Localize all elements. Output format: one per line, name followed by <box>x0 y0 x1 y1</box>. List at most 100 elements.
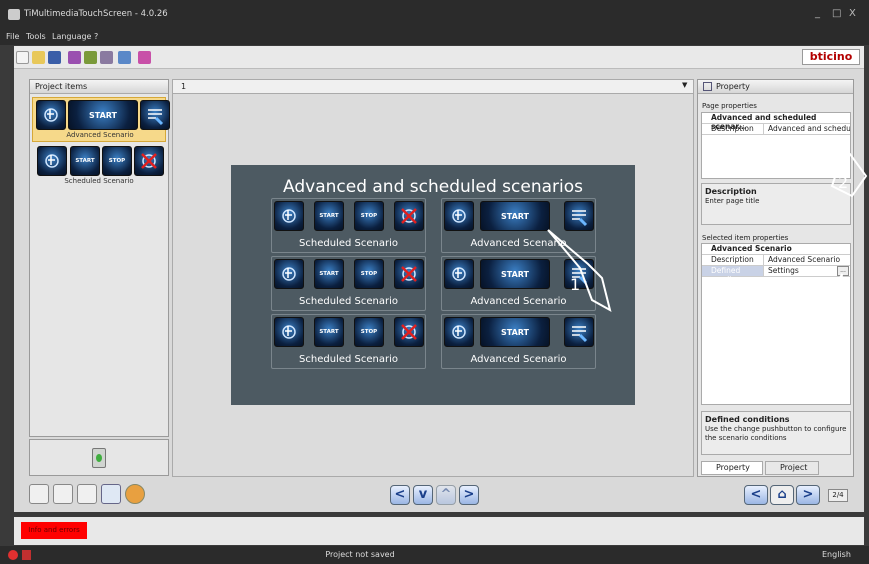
scenario-cell-scheduled[interactable]: START STOP Scheduled Scenario <box>271 314 426 369</box>
advanced-hand-icon <box>36 100 66 130</box>
settings-icon <box>564 201 594 231</box>
close-button[interactable]: X <box>849 8 856 19</box>
title-bar: TiMultimediaTouchScreen - 4.0.26 _ □ X <box>0 0 869 30</box>
advanced-settings-icon <box>140 100 170 130</box>
move-down-icon[interactable]: v <box>413 485 433 505</box>
trash-panel <box>29 439 169 476</box>
trash-icon[interactable] <box>92 448 106 468</box>
move-right-icon[interactable]: > <box>459 485 479 505</box>
page-desc-value[interactable]: Advanced and schedul... <box>764 124 850 134</box>
download-icon[interactable] <box>84 51 97 64</box>
language-indicator: English <box>822 550 851 559</box>
new-icon[interactable] <box>16 51 29 64</box>
menu-file[interactable]: File <box>6 32 19 41</box>
scheduled-stop-tile: STOP <box>102 146 132 176</box>
bticino-logo: bticino <box>802 49 860 65</box>
start-tile: START <box>314 259 344 289</box>
grid-icon[interactable] <box>101 484 121 504</box>
project-item-advanced-label: Advanced Scenario <box>66 131 134 139</box>
defined-conditions-text: Use the change pushbutton to configure t… <box>705 425 847 442</box>
callout-3: 3 <box>806 313 817 332</box>
page-group-row: Advanced and scheduled scenar... <box>702 113 850 131</box>
language-icon[interactable] <box>138 51 151 64</box>
project-items-panel: Project items START Advanced Scenario ST… <box>29 79 170 437</box>
page-counter: 2/4 <box>828 489 848 502</box>
callout-hand-1 <box>547 229 612 312</box>
scenario-label: Advanced Scenario <box>470 354 567 365</box>
cut-icon[interactable] <box>53 484 73 504</box>
move-up-icon[interactable]: ^ <box>436 485 456 505</box>
minimize-button[interactable]: _ <box>815 8 820 19</box>
settings-icon <box>564 317 594 347</box>
copy-icon[interactable] <box>29 484 49 504</box>
defined-conditions-box: Defined conditions Use the change pushbu… <box>701 411 851 455</box>
canvas-title[interactable]: Advanced and scheduled scenarios <box>231 177 635 197</box>
cancel-icon <box>394 201 424 231</box>
home-icon[interactable]: ⌂ <box>770 485 794 505</box>
selected-group-row: Advanced Scenario <box>702 244 850 255</box>
palette-icon[interactable] <box>125 484 145 504</box>
selected-props-label: Selected item properties <box>702 234 789 242</box>
hand-icon <box>444 317 474 347</box>
info-errors-button[interactable]: Info and errors <box>21 522 87 539</box>
page-dropdown-icon[interactable]: ▼ <box>682 81 687 89</box>
status-bar: Project not saved English <box>0 546 869 564</box>
selected-desc-value[interactable]: Advanced Scenario <box>764 255 850 265</box>
toolbar: bticino <box>14 46 864 69</box>
page-tab-bar: 1 ▼ <box>173 80 693 94</box>
open-icon[interactable] <box>32 51 45 64</box>
page-tab[interactable]: 1 <box>181 82 186 91</box>
selected-desc-key: Description <box>702 255 764 265</box>
page-desc-row[interactable]: Description Advanced and schedul... <box>702 124 850 135</box>
description-text: Enter page title <box>705 197 760 205</box>
menu-language[interactable]: Language <box>52 32 91 41</box>
scenario-label: Scheduled Scenario <box>299 354 398 365</box>
scheduled-hand-icon <box>37 146 67 176</box>
menu-help[interactable]: ? <box>94 32 98 41</box>
scenario-cell-advanced[interactable]: START Advanced Scenario <box>441 314 596 369</box>
upload-icon[interactable] <box>68 51 81 64</box>
defined-conditions-key: Defined condi... <box>702 266 764 284</box>
scenario-label: Scheduled Scenario <box>299 238 398 249</box>
tab-project[interactable]: Project <box>765 461 819 475</box>
edit-toolbar <box>29 482 159 506</box>
hand-icon <box>274 317 304 347</box>
window-title: TiMultimediaTouchScreen - 4.0.26 <box>24 9 168 19</box>
project-item-scheduled-label: Scheduled Scenario <box>64 177 134 185</box>
stop-tile: STOP <box>354 259 384 289</box>
hand-icon <box>274 201 304 231</box>
property-header: Property <box>698 80 853 94</box>
cancel-icon <box>394 259 424 289</box>
stop-tile: STOP <box>354 317 384 347</box>
move-left-icon[interactable]: < <box>390 485 410 505</box>
start-tile: START <box>314 317 344 347</box>
tools-icon[interactable] <box>100 51 113 64</box>
page-properties-label: Page properties <box>702 102 757 110</box>
page-next-icon[interactable]: > <box>796 485 820 505</box>
scenario-cell-scheduled[interactable]: START STOP Scheduled Scenario <box>271 256 426 311</box>
callout-1: 1 <box>570 275 581 294</box>
page-prev-icon[interactable]: < <box>744 485 768 505</box>
start-tile: START <box>480 317 550 347</box>
property-title: Property <box>716 82 750 91</box>
start-tile: START <box>314 201 344 231</box>
description-title: Description <box>705 187 757 196</box>
menu-tools[interactable]: Tools <box>26 32 46 41</box>
scheduled-cancel-icon <box>134 146 164 176</box>
device-icon[interactable] <box>118 51 131 64</box>
cancel-icon <box>394 317 424 347</box>
selected-desc-row[interactable]: Description Advanced Scenario <box>702 255 850 266</box>
project-item-scheduled[interactable]: START STOP Scheduled Scenario <box>32 144 166 189</box>
tab-property[interactable]: Property <box>701 461 763 475</box>
save-icon[interactable] <box>48 51 61 64</box>
scenario-cell-scheduled[interactable]: START STOP Scheduled Scenario <box>271 198 426 253</box>
defined-conditions-title: Defined conditions <box>705 415 790 424</box>
project-item-advanced[interactable]: START Advanced Scenario <box>32 97 170 142</box>
stop-tile: STOP <box>354 201 384 231</box>
maximize-button[interactable]: □ <box>832 8 841 19</box>
callout-2: 2 <box>838 173 849 192</box>
scheduled-start-tile: START <box>70 146 100 176</box>
hand-icon <box>274 259 304 289</box>
paste-icon[interactable] <box>77 484 97 504</box>
menu-bar: File Tools Language ? <box>0 30 869 45</box>
